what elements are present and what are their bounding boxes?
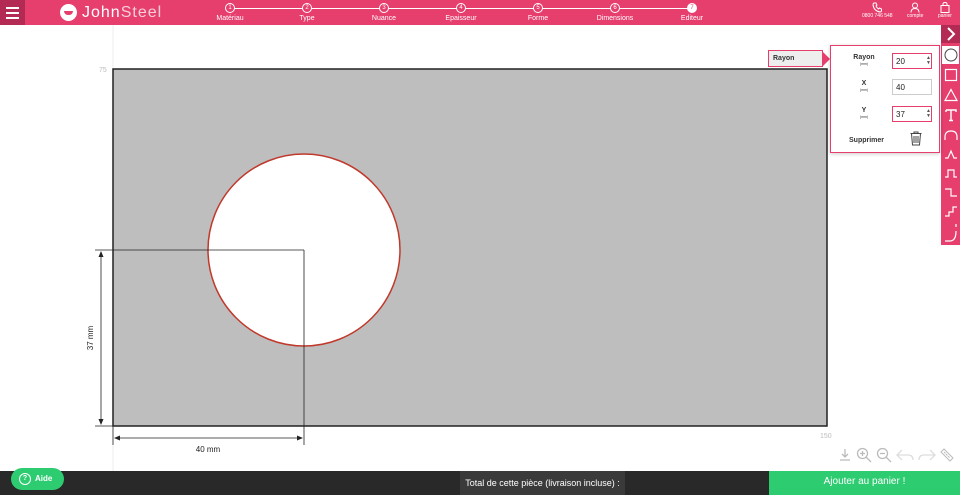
step-epaisseur[interactable]: 4 Epaisseur	[426, 3, 496, 24]
shape-editor-panel: Rayon (mm) ▲▼ X (mm) Y (mm) ▲▼ Supprimer	[830, 45, 940, 153]
step-icon	[944, 188, 957, 197]
zoom-out-icon	[876, 447, 892, 462]
hamburger-icon	[6, 6, 19, 9]
zoom-out-button[interactable]	[876, 447, 892, 468]
circle-icon	[944, 48, 957, 62]
tool-step[interactable]	[942, 183, 959, 201]
rayon-field: Rayon (mm) ▲▼	[831, 53, 941, 73]
axis-right-value: 150	[820, 433, 832, 440]
tool-notch[interactable]	[942, 164, 959, 182]
square-icon	[944, 68, 957, 82]
help-label: Aide	[35, 474, 53, 483]
dim-arrow	[114, 435, 120, 441]
peak-icon	[944, 149, 957, 159]
phone-number: 0800 746 548	[862, 13, 893, 19]
axis-top-value: 75	[99, 67, 107, 74]
redo-icon	[918, 449, 936, 460]
undo-icon	[896, 449, 914, 460]
download-icon	[840, 448, 850, 461]
y-field: Y (mm) ▲▼	[831, 106, 941, 126]
add-to-cart-button[interactable]: Ajouter au panier !	[769, 471, 960, 495]
download-button[interactable]	[838, 448, 852, 467]
step-materiau[interactable]: 1 Matériau	[195, 3, 265, 24]
account-link[interactable]: compte	[907, 2, 923, 19]
rayon-unit: (mm)	[859, 62, 869, 66]
mustache-logo-icon	[60, 4, 77, 21]
text-icon	[944, 109, 957, 122]
tool-curve[interactable]	[942, 227, 959, 245]
chevron-right-icon	[946, 27, 955, 41]
redo-button[interactable]	[918, 448, 936, 467]
step-dimensions[interactable]: 6 Dimensions	[580, 3, 650, 24]
x-field: X (mm)	[831, 79, 941, 99]
rayon-spinner[interactable]: ▲ ▼	[926, 56, 931, 66]
triangle-icon	[943, 88, 958, 102]
step-editeur[interactable]: 7 Editeur	[657, 3, 727, 24]
bag-icon	[940, 2, 950, 13]
dim-label-vertical: 37 mm	[86, 325, 95, 350]
zoom-in-button[interactable]	[856, 447, 872, 468]
help-icon: ?	[19, 473, 31, 485]
ruler-icon	[940, 447, 954, 462]
total-price-label: Total de cette pièce (livraison incluse)…	[460, 471, 625, 495]
y-spinner[interactable]: ▲ ▼	[926, 109, 931, 119]
rayon-label: Rayon	[853, 54, 875, 61]
tool-step-down[interactable]	[942, 202, 959, 220]
dim-arrow	[297, 435, 303, 441]
x-label: X	[861, 80, 867, 87]
help-button[interactable]: ? Aide	[11, 468, 64, 490]
brand-first: John	[82, 4, 121, 21]
step-nuance[interactable]: 3 Nuance	[349, 3, 419, 24]
user-icon	[910, 2, 920, 13]
tool-text[interactable]	[942, 106, 959, 124]
dim-arrow	[98, 251, 104, 257]
tool-peak[interactable]	[942, 145, 959, 163]
phone-link[interactable]: 0800 746 548	[862, 2, 893, 19]
step-type[interactable]: 2 Type	[272, 3, 342, 24]
collapse-toolbar-button[interactable]	[941, 25, 960, 43]
delete-label: Supprimer	[849, 137, 885, 144]
dim-label-horizontal: 40 mm	[196, 445, 221, 454]
dim-arrow	[98, 419, 104, 425]
notch-icon	[944, 169, 957, 178]
curve-icon	[944, 230, 957, 242]
account-label: compte	[907, 13, 924, 19]
top-bar: JohnSteel 1 Matériau 2 Type 3 Nuance 4 E…	[0, 0, 960, 25]
zoom-in-icon	[856, 447, 872, 462]
progress-steps: 1 Matériau 2 Type 3 Nuance 4 Epaisseur 5…	[216, 3, 703, 25]
delete-shape-button[interactable]	[910, 131, 922, 151]
tool-triangle[interactable]	[942, 86, 959, 104]
phone-icon	[872, 2, 883, 13]
rayon-tab-arrow	[822, 51, 830, 67]
y-label: Y	[861, 107, 867, 114]
editor-canvas[interactable]: 75 150 37 mm 40 mm	[0, 25, 940, 471]
tool-arc[interactable]	[942, 126, 959, 144]
undo-button[interactable]	[896, 448, 914, 467]
step-down-icon	[944, 206, 957, 217]
arc-icon	[943, 130, 958, 140]
brand-second: Steel	[120, 4, 163, 21]
view-toolbar	[838, 447, 954, 467]
cart-label: panier	[938, 13, 952, 19]
cart-link[interactable]: panier	[938, 2, 952, 19]
y-unit: (mm)	[859, 115, 869, 119]
rayon-tab[interactable]: Rayon	[768, 50, 823, 67]
x-unit: (mm)	[859, 88, 869, 92]
shape-toolbar	[941, 25, 960, 245]
x-input[interactable]	[892, 79, 932, 95]
trash-icon	[910, 131, 922, 146]
tool-circle[interactable]	[942, 46, 959, 64]
logo[interactable]: JohnSteel	[60, 3, 162, 22]
menu-button[interactable]	[0, 0, 25, 25]
measure-button[interactable]	[940, 447, 954, 467]
step-forme[interactable]: 5 Forme	[503, 3, 573, 24]
tool-rectangle[interactable]	[942, 66, 959, 84]
